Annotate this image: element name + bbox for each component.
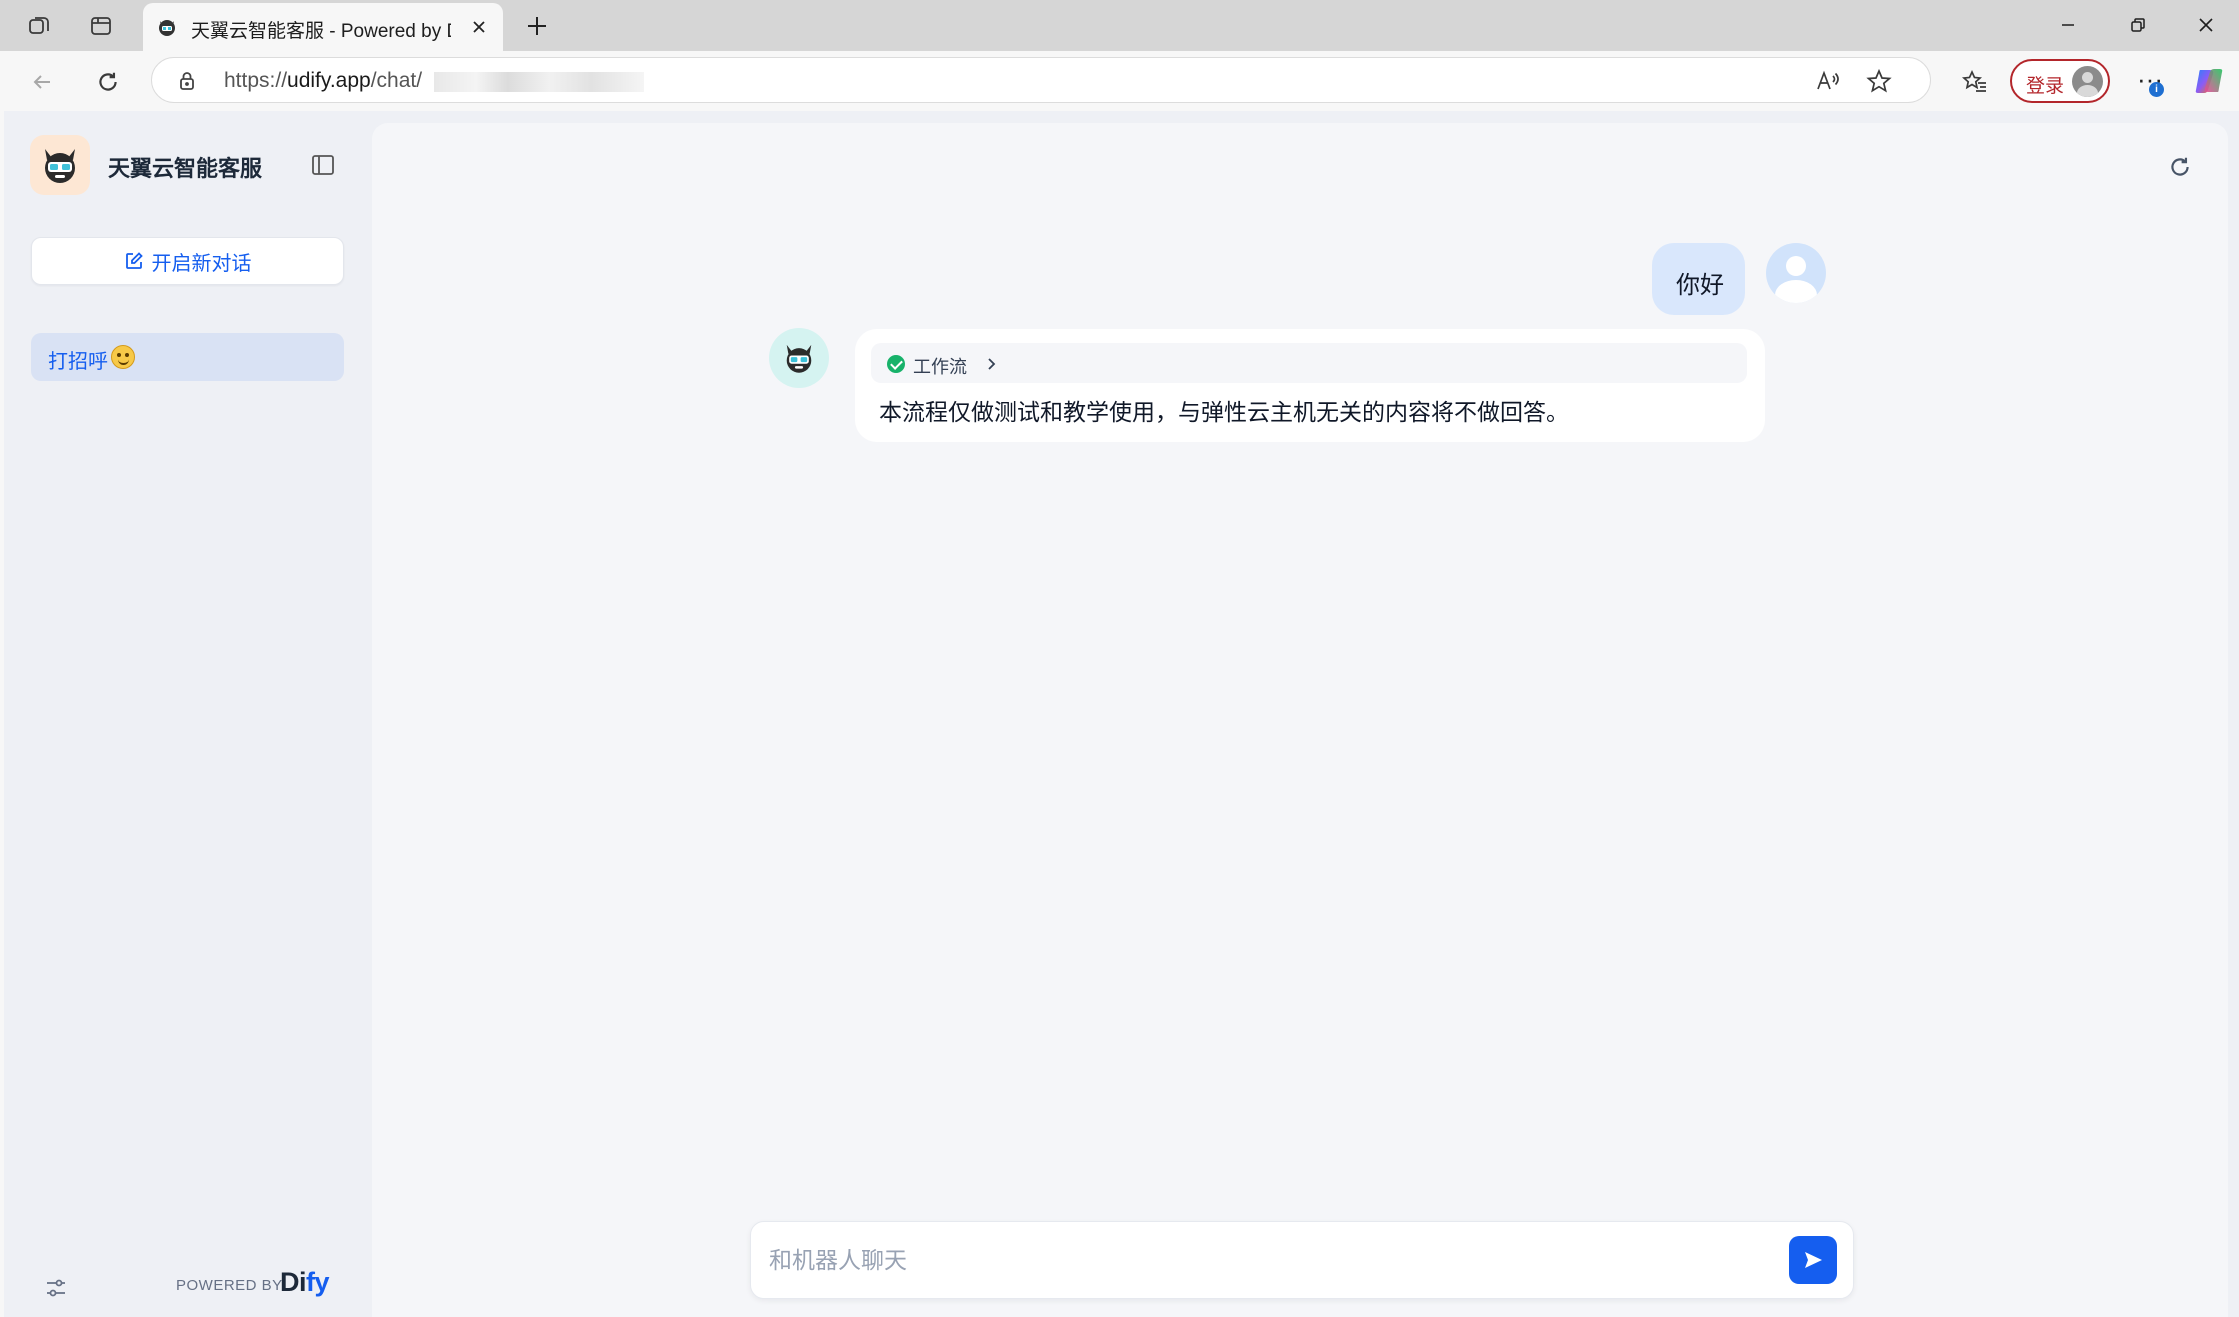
chat-panel: 你好 工作流 本流程仅做测试和教学使用，与弹性云主机无关的内容将不做回答。 — [372, 123, 2228, 1317]
send-icon — [1805, 1252, 1822, 1268]
powered-by-text: POWERED BY — [176, 1277, 283, 1294]
browser-toolbar: https://udify.app/chat/ 登录 ··· i — [0, 51, 2239, 111]
copilot-icon[interactable] — [2192, 64, 2226, 98]
assistant-message-text: 本流程仅做测试和教学使用，与弹性云主机无关的内容将不做回答。 — [879, 399, 1569, 425]
browser-window: 天翼云智能客服 - Powered by Dify https://udify.… — [0, 0, 2239, 1317]
url-scheme: https:// — [224, 69, 288, 92]
dify-logo-right: fy — [306, 1267, 330, 1297]
url-path: /chat/ — [370, 69, 423, 92]
send-button[interactable] — [1789, 1236, 1837, 1284]
workspaces-icon[interactable] — [24, 10, 56, 42]
chevron-right-icon — [983, 355, 999, 373]
read-aloud-icon[interactable] — [1813, 67, 1841, 95]
bot-avatar — [769, 328, 829, 388]
active-tab[interactable]: 天翼云智能客服 - Powered by Dify — [143, 3, 503, 51]
new-chat-label: 开启新对话 — [151, 252, 252, 275]
workflow-label: 工作流 — [913, 357, 967, 377]
address-bar[interactable]: https://udify.app/chat/ — [151, 57, 1931, 103]
app-favicon-icon — [156, 16, 178, 38]
url-host: udify.app — [287, 69, 371, 92]
favorite-star-icon[interactable] — [1865, 67, 1893, 95]
tab-bar: 天翼云智能客服 - Powered by Dify — [0, 0, 2239, 51]
back-icon[interactable] — [25, 65, 59, 99]
login-label: 登录 — [2026, 76, 2065, 97]
new-tab-icon[interactable] — [520, 9, 554, 43]
user-message-bubble: 你好 — [1652, 243, 1745, 315]
close-window-icon[interactable] — [2186, 8, 2226, 42]
edit-icon — [125, 252, 143, 269]
refresh-conversation-icon[interactable] — [2164, 151, 2196, 183]
workflow-toggle[interactable]: 工作流 — [871, 343, 1747, 383]
user-avatar — [1766, 243, 1826, 303]
chat-input-box — [750, 1221, 1854, 1299]
url-redacted — [434, 72, 644, 92]
lock-icon[interactable] — [176, 70, 198, 92]
tab-title: 天翼云智能客服 - Powered by Dify — [191, 21, 451, 42]
conversation-item[interactable]: 打招呼 — [31, 333, 344, 381]
settings-sliders-icon[interactable] — [42, 1274, 70, 1302]
chat-input[interactable] — [769, 1240, 1749, 1280]
profile-login-button[interactable]: 登录 — [2010, 59, 2110, 103]
new-chat-button[interactable]: 开启新对话 — [31, 237, 344, 285]
dify-logo-left: Di — [280, 1267, 307, 1297]
minimize-icon[interactable] — [2048, 8, 2088, 42]
sidebar: 天翼云智能客服 开启新对话 打招呼 POWERED BY Dify — [4, 111, 370, 1317]
restore-icon[interactable] — [2118, 8, 2158, 42]
page-content: 天翼云智能客服 开启新对话 打招呼 POWERED BY Dify 你好 工作流… — [4, 111, 2239, 1317]
url-text: https://udify.app/chat/ — [224, 69, 422, 93]
dify-logo[interactable]: Dify — [280, 1267, 330, 1298]
reload-icon[interactable] — [91, 65, 125, 99]
robot-logo-icon — [45, 149, 75, 183]
user-message-text: 你好 — [1676, 272, 1724, 299]
close-tab-icon[interactable] — [465, 13, 493, 41]
favorites-icon[interactable] — [1958, 65, 1992, 99]
assistant-message-bubble: 工作流 本流程仅做测试和教学使用，与弹性云主机无关的内容将不做回答。 — [855, 329, 1765, 442]
conversation-label: 打招呼 — [48, 351, 108, 373]
check-circle-icon — [887, 355, 905, 373]
tab-actions-icon[interactable] — [85, 10, 117, 42]
collapse-sidebar-icon[interactable] — [310, 153, 336, 177]
profile-avatar — [2072, 66, 2103, 97]
robot-avatar-icon — [786, 344, 812, 373]
smile-emoji-icon — [111, 345, 135, 369]
app-logo — [30, 135, 90, 195]
app-name: 天翼云智能客服 — [108, 156, 263, 181]
notification-badge-icon: i — [2149, 82, 2164, 97]
